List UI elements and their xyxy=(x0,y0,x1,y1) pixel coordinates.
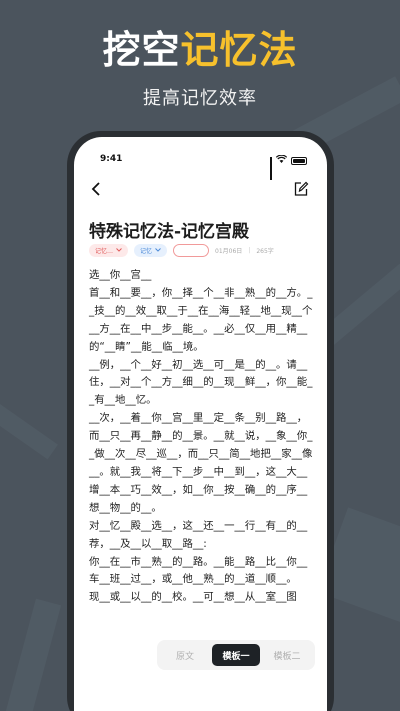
category-tag[interactable]: 记忆… xyxy=(89,243,129,257)
cellular-signal-icon xyxy=(270,156,272,180)
promo-title-highlight: 记忆法 xyxy=(180,28,298,72)
chevron-down-icon xyxy=(116,247,122,254)
mode-template-one-button[interactable]: 模板一 xyxy=(212,644,260,666)
meta-separator: | xyxy=(248,246,251,254)
subcategory-tag-label: 记忆 xyxy=(140,247,153,255)
status-time: 9:41 xyxy=(100,154,123,164)
add-tag-button[interactable] xyxy=(173,243,210,257)
article-body[interactable]: 选__你__宫__ 首__和__要__，你__择__个__非__熟__的__方。… xyxy=(89,267,313,607)
mode-original-button[interactable]: 原文 xyxy=(161,644,209,666)
article-date: 01月06日 xyxy=(215,247,243,255)
edit-icon[interactable] xyxy=(293,181,311,201)
promo-title: 挖空记忆法 xyxy=(0,26,400,74)
article-meta: 记忆… 记忆 01月06日 | 265字 xyxy=(89,243,313,257)
status-bar: 9:41 xyxy=(100,154,307,180)
chevron-down-icon xyxy=(155,247,161,254)
word-count: 265字 xyxy=(256,247,274,255)
back-arrow-icon[interactable] xyxy=(90,181,106,201)
mode-switcher: 原文 模板一 模板二 xyxy=(157,640,315,670)
promo-header: 挖空记忆法 提高记忆效率 xyxy=(0,26,400,110)
article-title: 特殊记忆法-记忆宫殿 xyxy=(89,222,250,242)
category-tag-label: 记忆… xyxy=(95,247,114,255)
background-decoration xyxy=(0,398,58,460)
background-decoration xyxy=(4,598,62,711)
phone-frame: 9:41 特殊记忆法-记忆宫殿 记忆… 记忆 01月06日 | 265字 选__… xyxy=(67,131,334,711)
mode-template-two-button[interactable]: 模板二 xyxy=(263,644,311,666)
promo-subtitle: 提高记忆效率 xyxy=(143,88,257,109)
wifi-icon xyxy=(275,154,288,166)
nav-bar xyxy=(90,181,311,201)
promo-title-prefix: 挖空 xyxy=(102,28,181,72)
subcategory-tag[interactable]: 记忆 xyxy=(134,243,168,257)
battery-icon xyxy=(291,156,307,165)
phone-screen: 9:41 特殊记忆法-记忆宫殿 记忆… 记忆 01月06日 | 265字 选__… xyxy=(74,137,327,711)
